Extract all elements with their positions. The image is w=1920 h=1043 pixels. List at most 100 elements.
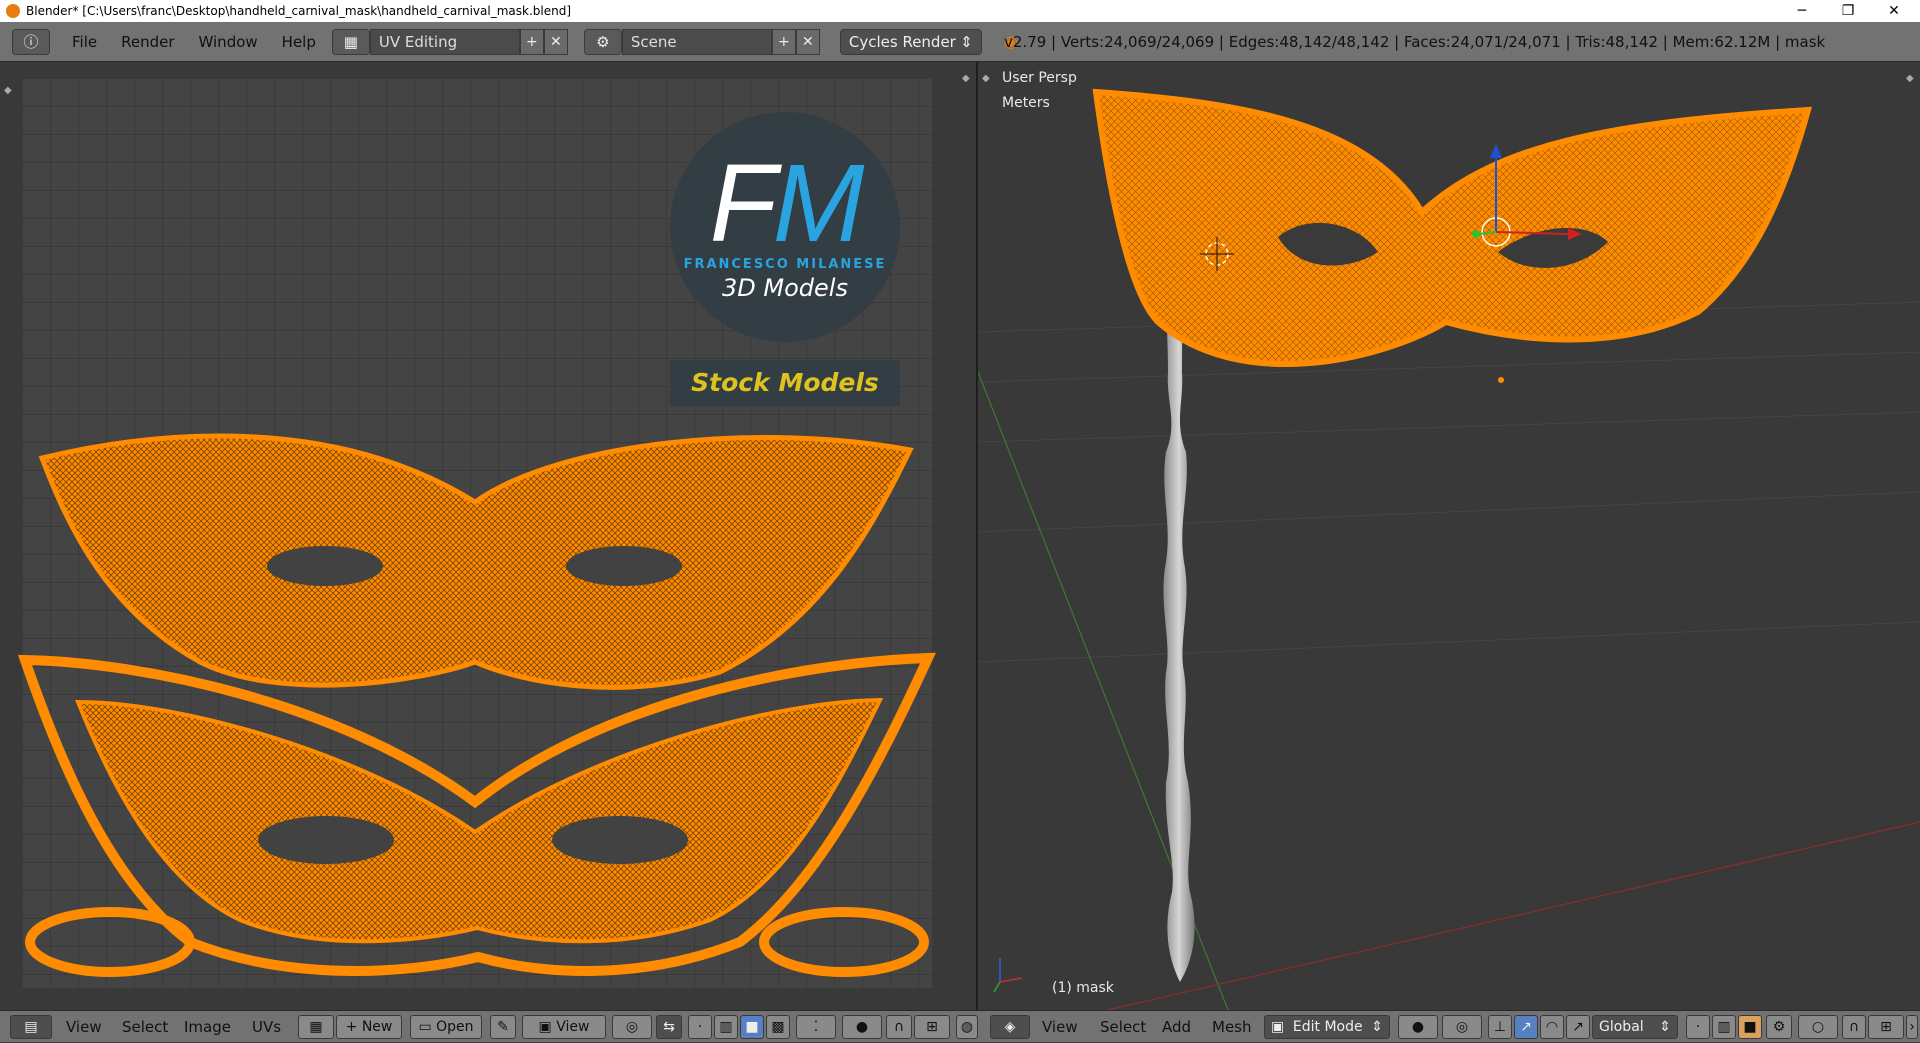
- transform-orientation-dropdown[interactable]: Global ⇕: [1592, 1015, 1678, 1039]
- rotate-manipulator-button[interactable]: ◠: [1540, 1015, 1564, 1039]
- chevron-updown-icon: ⇕: [1371, 1019, 1383, 1035]
- pivot-icon: ◎: [625, 1019, 639, 1035]
- vertex-icon: ·: [1695, 1019, 1701, 1035]
- logo-author: FRANCESCO MILANESE: [683, 257, 887, 272]
- close-button[interactable]: ✕: [1872, 0, 1916, 22]
- snap-element-dropdown[interactable]: ⊞: [914, 1015, 950, 1039]
- pivot-point-dropdown[interactable]: ◎: [1442, 1015, 1482, 1039]
- magnet-icon: ∩: [1848, 1019, 1860, 1035]
- menu-help[interactable]: Help: [270, 22, 328, 62]
- menu-file[interactable]: File: [60, 22, 109, 62]
- interaction-mode-dropdown[interactable]: ▣ Edit Mode ⇕: [1264, 1015, 1390, 1039]
- 3d-menu-mesh[interactable]: Mesh: [1212, 1011, 1252, 1043]
- viewport-view-label: User Persp: [1002, 70, 1077, 86]
- snap-toggle[interactable]: ∩: [886, 1015, 912, 1039]
- 3d-menu-select[interactable]: Select: [1100, 1011, 1146, 1043]
- uv-island-upper-mask[interactable]: [38, 433, 914, 690]
- render-engine-dropdown[interactable]: Cycles Render ⇕: [839, 28, 982, 55]
- header-overflow-button[interactable]: ›: [1906, 1015, 1918, 1039]
- magnet-icon: ∩: [893, 1019, 905, 1035]
- info-icon: ⓘ: [23, 33, 39, 51]
- shading-icon: ●: [1411, 1019, 1425, 1035]
- proportional-editing-dropdown[interactable]: ○: [1798, 1015, 1838, 1039]
- island-select-button[interactable]: ▩: [766, 1015, 790, 1039]
- uv-island-eye-ring-left[interactable]: [25, 907, 195, 977]
- chevron-updown-icon: ⇕: [1659, 1019, 1671, 1035]
- render-slot-button[interactable]: ◍: [956, 1015, 978, 1039]
- uv-island-eye-ring-right[interactable]: [759, 907, 929, 977]
- transform-orientation-label: Global: [1599, 1019, 1644, 1035]
- screen-layout-icon-button[interactable]: ▦: [331, 28, 370, 55]
- manipulator-toggle[interactable]: ⊥: [1488, 1015, 1512, 1039]
- mask-handle[interactable]: [1163, 242, 1195, 982]
- window-title: Blender* [C:\Users\franc\Desktop\handhel…: [26, 4, 572, 18]
- uv-menu-select[interactable]: Select: [122, 1011, 168, 1043]
- area-split-icon[interactable]: ◆: [982, 74, 992, 84]
- image-browse-button[interactable]: ▦: [298, 1015, 334, 1039]
- minimize-button[interactable]: ─: [1780, 0, 1824, 22]
- 3d-menu-add[interactable]: Add: [1162, 1011, 1191, 1043]
- viewport-shading-dropdown[interactable]: ●: [1398, 1015, 1438, 1039]
- snap-element-dropdown-3d[interactable]: ⊞: [1868, 1015, 1904, 1039]
- view-mode-label: View: [556, 1019, 590, 1035]
- face-select-mode-button[interactable]: ■: [1738, 1015, 1762, 1039]
- logo-letter-f: F: [709, 142, 777, 265]
- delete-scene-button[interactable]: ✕: [795, 28, 820, 55]
- vertex-select-button[interactable]: ·: [688, 1015, 712, 1039]
- new-image-button[interactable]: + New: [336, 1015, 402, 1039]
- mask-mesh[interactable]: [1092, 88, 1813, 367]
- layout-icon: ▦: [343, 32, 358, 51]
- translate-manipulator-button[interactable]: ↗: [1514, 1015, 1538, 1039]
- occlude-geometry-button[interactable]: ⚙: [1766, 1015, 1792, 1039]
- edge-select-button[interactable]: ▥: [714, 1015, 738, 1039]
- vertex-select-mode-button[interactable]: ·: [1686, 1015, 1710, 1039]
- add-scene-button[interactable]: +: [771, 28, 796, 55]
- plus-icon: +: [345, 1019, 358, 1035]
- uv-image-editor[interactable]: ◆ FM FRANCESCO MILANESE 3D Models Stock …: [0, 62, 976, 1010]
- scale-manipulator-button[interactable]: ↗: [1566, 1015, 1590, 1039]
- proportional-edit-dropdown[interactable]: ●: [842, 1015, 882, 1039]
- image-editor-icon: ▤: [24, 1019, 38, 1035]
- sync-selection-button[interactable]: ⇆: [656, 1015, 682, 1039]
- scene-field[interactable]: Scene: [621, 28, 772, 55]
- scene-icon-button[interactable]: ⚙: [583, 28, 622, 55]
- uv-menu-uvs[interactable]: UVs: [252, 1011, 281, 1043]
- open-image-button[interactable]: ▭ Open: [410, 1015, 482, 1039]
- pivot-dropdown[interactable]: ◎: [612, 1015, 652, 1039]
- edge-select-mode-button[interactable]: ▥: [1712, 1015, 1736, 1039]
- snap-increment-icon: ⊞: [926, 1019, 938, 1035]
- 3d-menu-view[interactable]: View: [1042, 1011, 1078, 1043]
- editor-type-info-button[interactable]: ⓘ: [12, 28, 50, 55]
- area-split-icon[interactable]: ◆: [1906, 74, 1916, 84]
- logo-circle: FM FRANCESCO MILANESE 3D Models: [670, 112, 900, 342]
- plus-icon: +: [778, 33, 790, 50]
- screen-layout-field[interactable]: UV Editing: [369, 28, 520, 55]
- uv-menu-view[interactable]: View: [66, 1011, 102, 1043]
- snap-increment-icon: ⊞: [1880, 1019, 1892, 1035]
- floor-grid: [978, 301, 1920, 663]
- sticky-select-dropdown[interactable]: ⁚: [796, 1015, 836, 1039]
- pin-button[interactable]: ✎: [490, 1015, 516, 1039]
- folder-icon: ▭: [418, 1019, 432, 1035]
- area-split-icon[interactable]: ◆: [962, 74, 972, 84]
- maximize-button[interactable]: ❐: [1826, 0, 1870, 22]
- editor-type-3dview-button[interactable]: ◈: [990, 1015, 1030, 1039]
- viewport-scene-svg[interactable]: [978, 62, 1920, 1010]
- snap-toggle-3d[interactable]: ∩: [1842, 1015, 1866, 1039]
- menu-render[interactable]: Render: [109, 22, 186, 62]
- x-icon: ✕: [802, 33, 814, 50]
- editor-type-image-button[interactable]: ▤: [10, 1015, 52, 1039]
- x-icon: ✕: [550, 33, 562, 50]
- cube-icon: ◈: [1004, 1019, 1016, 1035]
- delete-layout-button[interactable]: ✕: [543, 28, 568, 55]
- logo-letter-m: M: [772, 142, 865, 265]
- menu-window[interactable]: Window: [187, 22, 270, 62]
- uv-island-lower-mask[interactable]: [75, 697, 884, 944]
- add-layout-button[interactable]: +: [519, 28, 544, 55]
- face-select-button[interactable]: ■: [740, 1015, 764, 1039]
- 3d-viewport[interactable]: User Persp Meters (1) mask ◆ ◆: [978, 62, 1920, 1010]
- uv-eye-hole-left: [267, 546, 383, 586]
- scale-icon: ↗: [1572, 1019, 1584, 1035]
- view-mode-dropdown[interactable]: ▣ View: [522, 1015, 606, 1039]
- uv-menu-image[interactable]: Image: [184, 1011, 231, 1043]
